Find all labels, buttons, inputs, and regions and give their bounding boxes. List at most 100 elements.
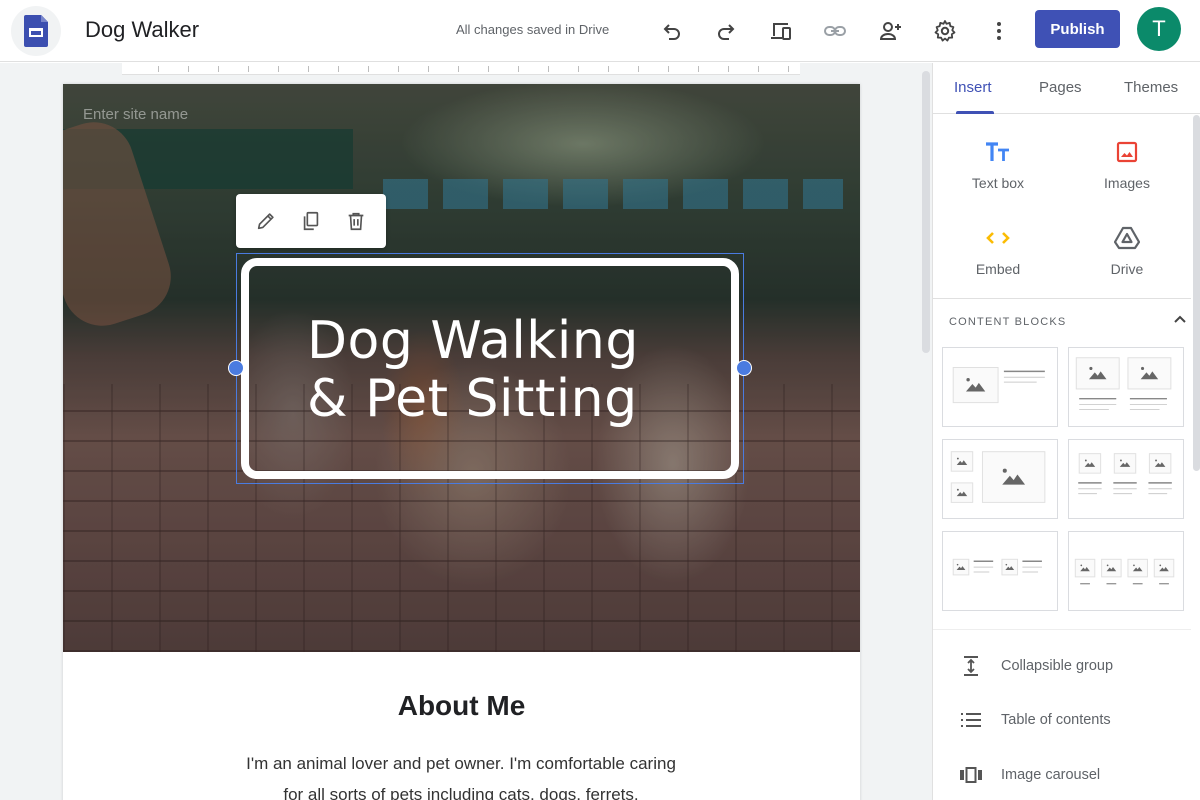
settings-button[interactable] [929,15,961,47]
ruler-tick [518,66,519,72]
copy-link-button[interactable] [819,15,851,47]
site-name-input[interactable]: Enter site name [83,106,188,123]
drive-icon [1114,226,1140,250]
account-avatar[interactable]: T [1137,7,1181,51]
panel-tabs: Insert Pages Themes [933,63,1200,114]
element-edit-toolbar [236,194,386,248]
ruler-tick [398,66,399,72]
ruler-tick [428,66,429,72]
delete-trash-icon [345,210,367,232]
insert-collapsible-group[interactable]: Collapsible group [933,646,1191,686]
more-options-button[interactable] [983,15,1015,47]
ruler-tick [788,66,789,72]
ruler-tick [548,66,549,72]
insert-embed[interactable]: Embed [938,221,1058,291]
insert-text-box[interactable]: Text box [938,135,1058,205]
image-gallery-block[interactable] [942,439,1058,519]
about-paragraph[interactable]: I'm an animal lover and pet owner. I'm c… [241,748,681,800]
tab-insert[interactable]: Insert [954,79,992,96]
preview-button[interactable] [765,15,797,47]
resize-handle-left[interactable] [228,360,244,376]
insert-drive[interactable]: Drive [1067,221,1187,291]
ruler-tick [248,66,249,72]
ruler-tick [608,66,609,72]
two-images-with-text-block[interactable] [1068,347,1184,427]
canvas-scrollbar[interactable] [922,71,930,353]
about-heading[interactable]: About Me [63,690,860,722]
four-images-block[interactable] [1068,531,1184,611]
ruler [122,63,800,75]
image-icon [1116,141,1138,163]
ruler-tick [158,66,159,72]
undo-button[interactable] [656,15,688,47]
share-button[interactable] [874,15,906,47]
panel-divider [933,629,1191,630]
ruler-tick [278,66,279,72]
two-inline-images-block-thumbnail [943,532,1057,610]
sites-logo[interactable] [11,6,61,56]
duplicate-icon [300,210,322,232]
tab-themes[interactable]: Themes [1124,79,1178,96]
image-gallery-block-thumbnail [943,440,1057,518]
hero-title-line-1: Dog Walking [307,312,639,370]
ruler-tick [458,66,459,72]
content-blocks-header: CONTENT BLOCKS [949,316,1066,328]
save-status: All changes saved in Drive [456,22,609,37]
redo-icon [714,19,738,43]
two-inline-images-block[interactable] [942,531,1058,611]
ruler-tick [638,66,639,72]
share-add-person-icon [878,19,902,43]
edit-button[interactable] [249,204,283,238]
ruler-tick [368,66,369,72]
ruler-tick [488,66,489,72]
two-images-with-text-block-thumbnail [1069,348,1183,426]
publish-button[interactable]: Publish [1035,10,1120,48]
edit-pencil-icon [255,210,277,232]
ruler-tick [668,66,669,72]
delete-button[interactable] [339,204,373,238]
four-images-block-thumbnail [1069,532,1183,610]
insert-table-of-contents[interactable]: Table of contents [933,700,1191,740]
ruler-tick [758,66,759,72]
image-with-text-block-thumbnail [943,348,1057,426]
site-page: Enter site name Dog Walking & Pet Sittin… [63,84,860,800]
duplicate-button[interactable] [294,204,328,238]
panel-scrollbar[interactable] [1193,115,1200,471]
ruler-tick [218,66,219,72]
redo-button[interactable] [710,15,742,47]
image-carousel-icon [959,766,983,784]
three-images-with-text-block[interactable] [1068,439,1184,519]
editor-canvas: Enter site name Dog Walking & Pet Sittin… [0,63,932,800]
resize-handle-right[interactable] [736,360,752,376]
more-vert-icon [987,19,1011,43]
table-of-contents-icon [960,712,982,728]
ruler-tick [698,66,699,72]
insert-options: Text box Images Embed Drive [933,115,1191,299]
three-images-with-text-block-thumbnail [1069,440,1183,518]
insert-panel: Insert Pages Themes Text box Images Embe… [932,63,1200,800]
top-bar: Dog Walker All changes saved in Drive Pu… [0,0,1200,62]
ruler-tick [728,66,729,72]
hero-title[interactable]: Dog Walking & Pet Sitting [307,312,639,428]
sites-logo-icon [24,15,48,47]
tab-pages[interactable]: Pages [1039,79,1082,96]
hero-title-line-2: & Pet Sitting [307,370,639,428]
image-with-text-block[interactable] [942,347,1058,427]
embed-code-icon [985,229,1011,247]
insert-image-carousel[interactable]: Image carousel [933,755,1191,795]
ruler-tick [308,66,309,72]
text-box-icon [985,141,1011,163]
insert-images[interactable]: Images [1067,135,1187,205]
collapsible-group-icon [961,655,981,677]
settings-gear-icon [933,19,957,43]
undo-icon [660,19,684,43]
ruler-tick [338,66,339,72]
active-tab-indicator [956,111,994,114]
hero-title-textbox[interactable]: Dog Walking & Pet Sitting [236,253,744,484]
collapse-chevron-up-icon[interactable] [1171,311,1189,329]
ruler-tick [188,66,189,72]
document-title[interactable]: Dog Walker [85,17,199,43]
ruler-tick [578,66,579,72]
preview-devices-icon [769,19,793,43]
link-icon [823,19,847,43]
